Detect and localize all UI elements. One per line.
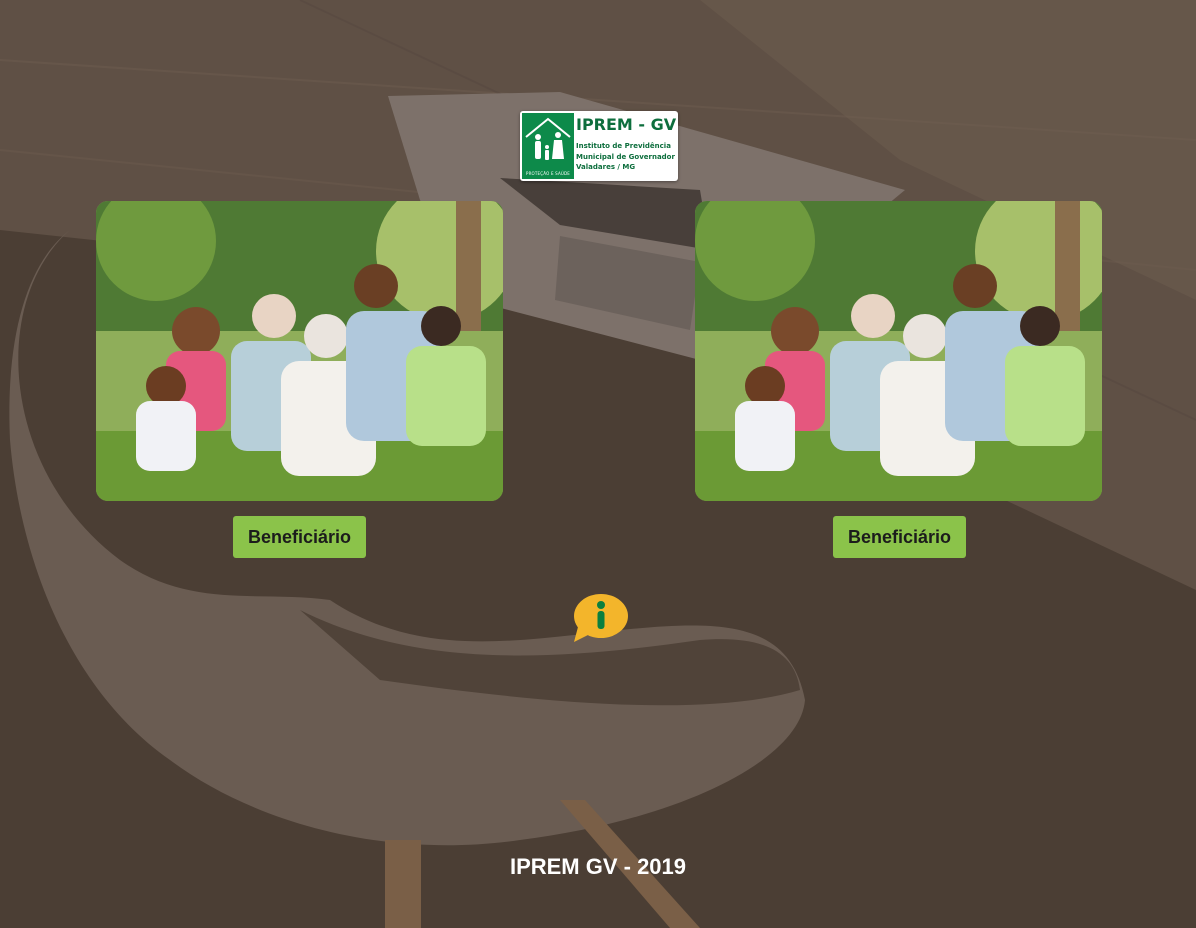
logo-subtitle: Instituto de Previdência Municipal de Go… [576,142,675,171]
info-icon[interactable] [572,593,629,643]
family-photo-left[interactable] [96,201,503,501]
logo-name: IPREM - GV [576,115,677,134]
beneficiario-button-right[interactable]: Beneficiário [833,516,966,558]
iprem-logo: PROTEÇÃO E SAÚDE IPREM - GV Instituto de… [520,111,678,181]
beneficiario-button-left[interactable]: Beneficiário [233,516,366,558]
family-silhouette-icon: PROTEÇÃO E SAÚDE [522,113,574,179]
footer-text: IPREM GV - 2019 [509,854,687,879]
logo-tagline: PROTEÇÃO E SAÚDE [525,171,571,176]
family-photo-right[interactable] [695,201,1102,501]
